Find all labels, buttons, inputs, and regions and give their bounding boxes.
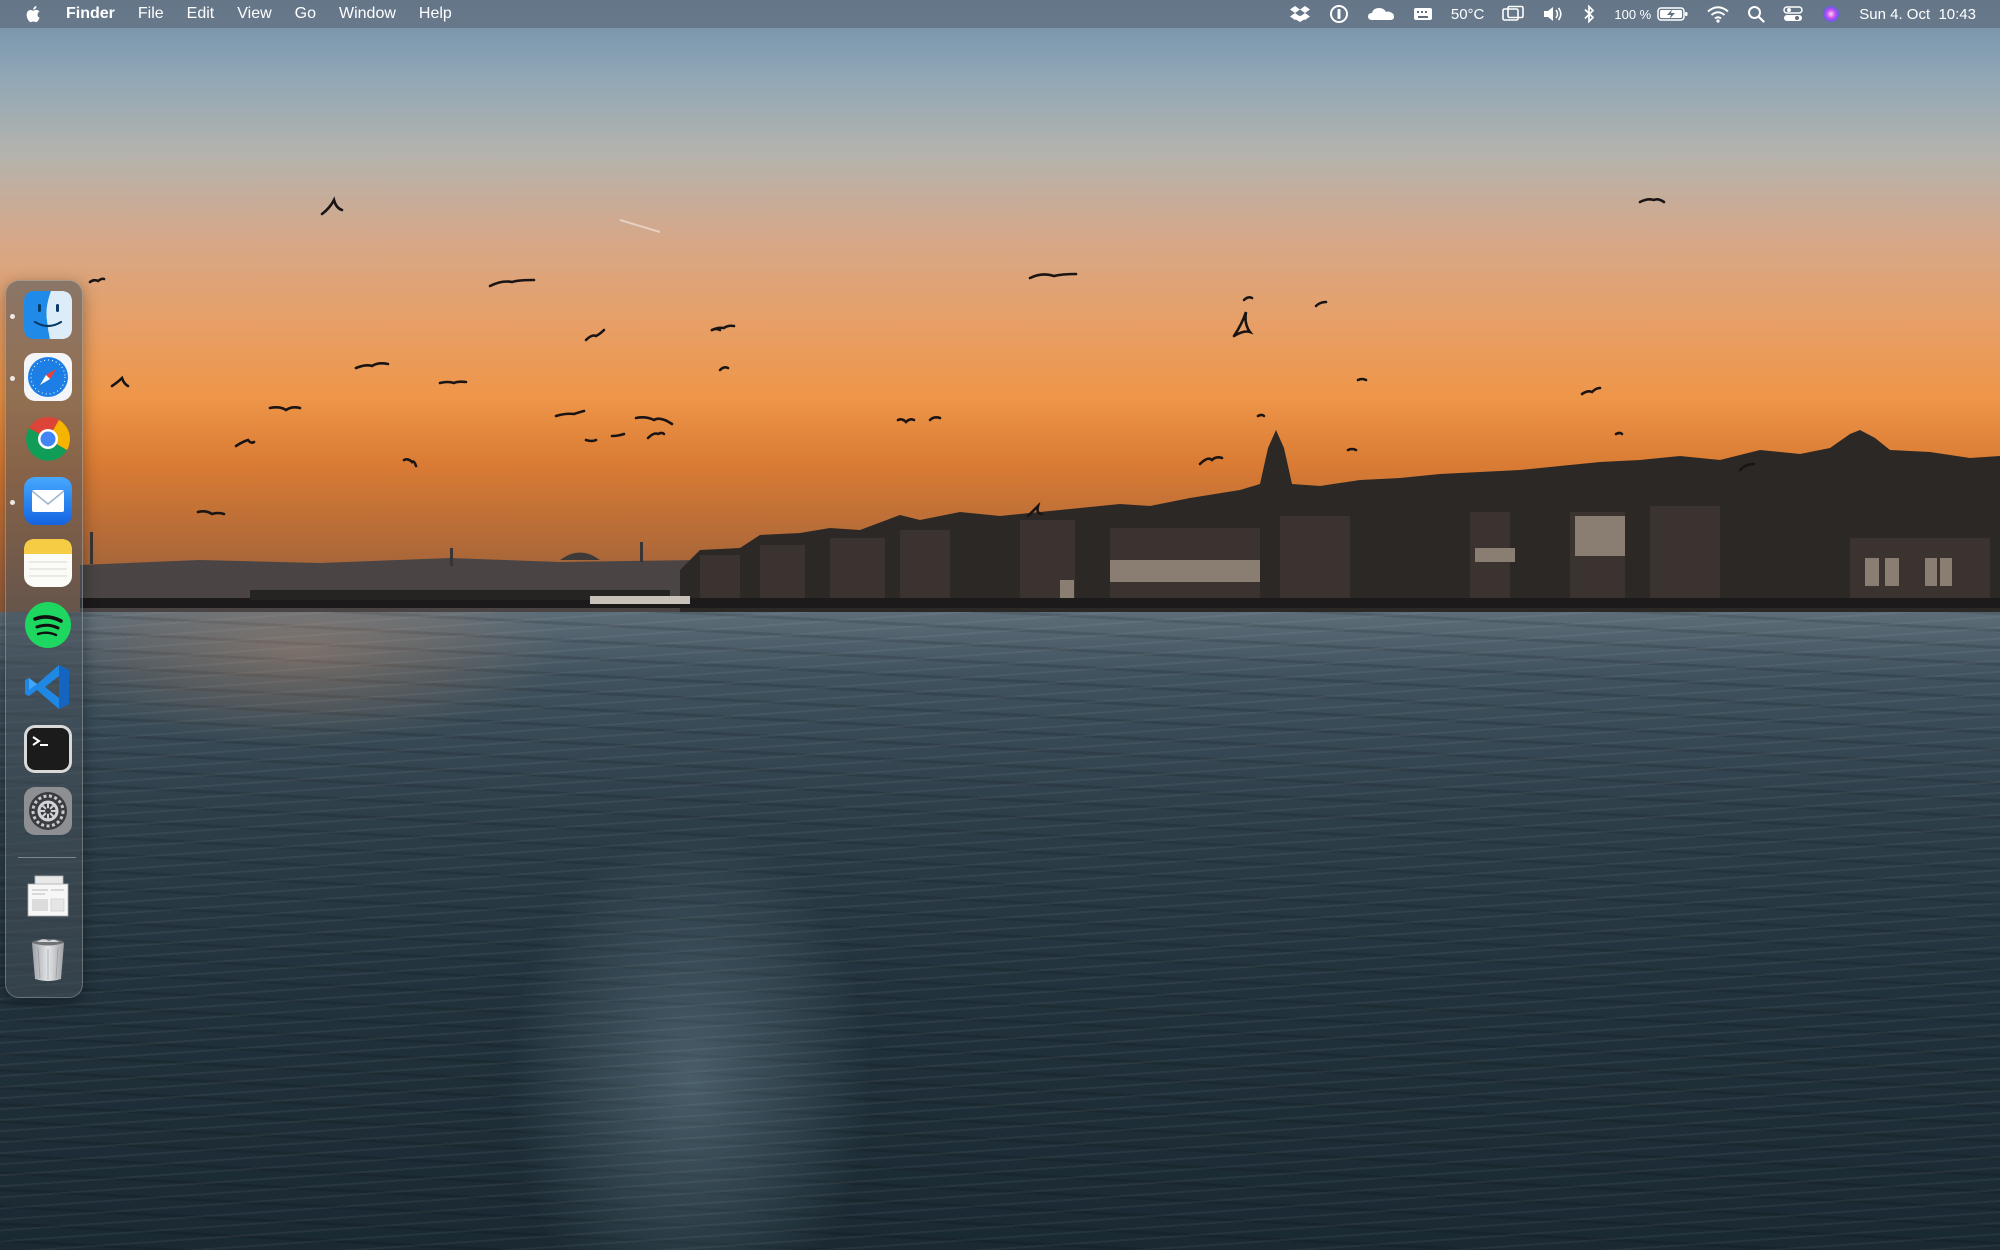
menu-bar: Finder File Edit View Go Window Help 50°… [0,0,2000,28]
temperature-readout[interactable]: 50°C [1451,0,1485,28]
dock [5,280,83,998]
keyboard-icon[interactable] [1413,0,1433,28]
vscode-icon [25,665,69,709]
menu-app-name[interactable]: Finder [66,5,115,23]
dock-notes[interactable] [23,538,73,588]
system-preferences-icon [24,787,72,835]
dock-safari[interactable] [23,352,73,402]
menu-file[interactable]: File [138,5,164,23]
safari-icon [24,353,72,401]
wallpaper-sea [0,612,2000,1250]
dock-chrome[interactable] [23,414,73,464]
control-center-icon[interactable] [1783,0,1803,28]
apple-menu-icon[interactable] [24,4,44,24]
display-icon[interactable] [1502,0,1525,28]
dock-separator [18,857,76,858]
finder-icon [24,291,72,339]
spotlight-icon[interactable] [1747,0,1765,28]
dock-terminal[interactable] [23,724,73,774]
dock-mail[interactable] [23,476,73,526]
dock-downloads-stack[interactable] [23,872,73,922]
bluetooth-icon[interactable] [1582,0,1596,28]
dock-vscode[interactable] [23,662,73,712]
dock-finder[interactable] [23,290,73,340]
wallpaper-birds [88,196,1756,518]
battery-icon[interactable] [1657,0,1689,28]
siri-icon[interactable] [1821,0,1841,28]
wifi-icon[interactable] [1707,0,1729,28]
volume-icon[interactable] [1542,0,1564,28]
trash-icon [32,939,64,981]
dropbox-icon[interactable] [1289,0,1311,28]
running-indicator-finder [10,314,15,319]
terminal-icon [24,725,72,773]
1password-icon[interactable] [1329,0,1349,28]
chrome-icon [26,417,70,461]
notes-icon [24,539,72,587]
mail-icon [24,477,72,525]
menu-go[interactable]: Go [295,5,316,23]
spotify-icon [25,602,71,648]
menu-window[interactable]: Window [339,5,396,23]
cloudflare-icon[interactable] [1367,0,1395,28]
running-indicator-mail [10,500,15,505]
menu-edit[interactable]: Edit [187,5,215,23]
downloads-stack-icon [27,875,69,917]
running-indicator-safari [10,376,15,381]
menu-view[interactable]: View [237,5,271,23]
menu-help[interactable]: Help [419,5,452,23]
desktop-wallpaper [0,0,2000,1250]
dock-spotify[interactable] [23,600,73,650]
clock-datetime[interactable]: Sun 4. Oct 10:43 [1859,0,1976,28]
dock-trash[interactable] [23,934,73,984]
battery-percentage[interactable]: 100 % [1614,0,1651,28]
dock-system-preferences[interactable] [23,786,73,836]
